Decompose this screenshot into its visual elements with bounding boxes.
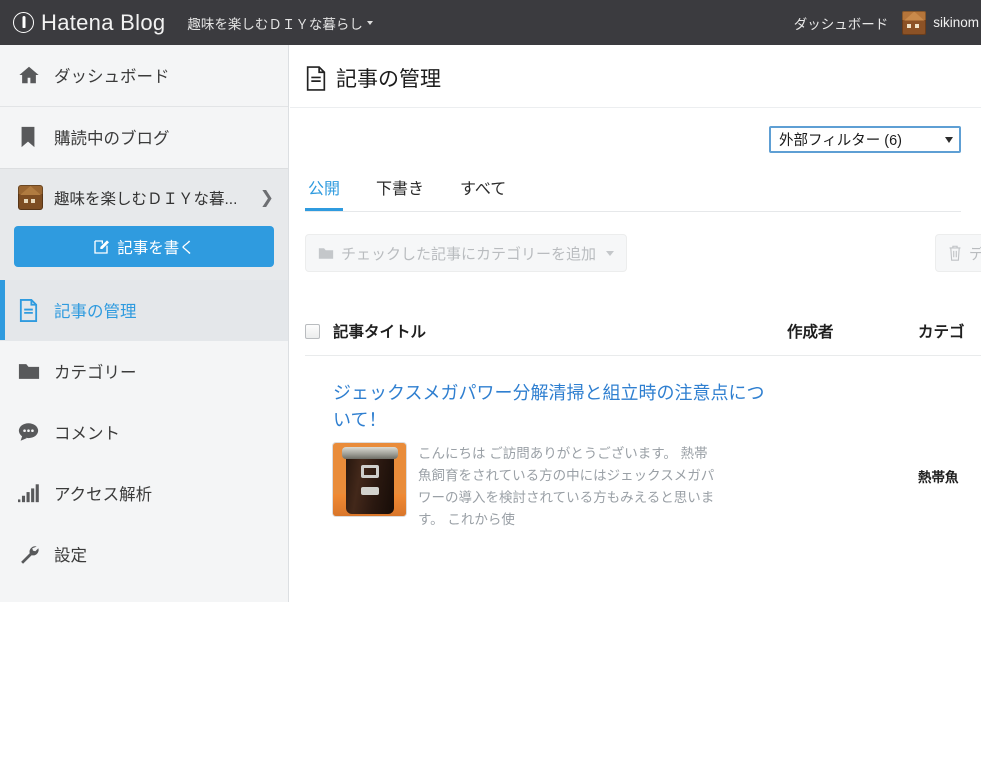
page-title: 記事の管理 [336,68,441,91]
caret-down-icon [366,20,373,25]
bulk-add-category-label: チェックした記事にカテゴリーを追加 [341,245,597,263]
header-user-name: sikinom [933,15,979,30]
document-icon [18,298,50,322]
hatena-blog-logo[interactable]: Hatena Blog [13,10,165,36]
comment-icon [18,422,50,442]
folder-icon [318,247,334,260]
entry-thumbnail[interactable] [333,443,406,516]
sidebar-item-categories[interactable]: カテゴリー [0,341,288,402]
tab-label: すべて [460,181,507,198]
folder-icon [18,362,50,381]
bulk-action-toolbar: チェックした記事にカテゴリーを追加 デ [305,234,981,272]
entry-table-header: 記事タイトル 作成者 カテゴ [305,320,981,356]
bulk-add-category-button[interactable]: チェックした記事にカテゴリーを追加 [305,234,628,272]
sidebar: ダッシュボード 購読中のブログ 趣味を楽しむＤＩＹな暮... ❯ 記事を書く 記… [0,45,289,602]
entry-main: ジェックスメガパワー分解清掃と組立時の注意点について！ こんにちは ご訪問ありが… [333,380,773,530]
table-row: ジェックスメガパワー分解清掃と組立時の注意点について！ こんにちは ご訪問ありが… [305,356,981,530]
external-filter-value: 外部フィルター (6) [779,133,902,149]
bar-chart-icon [18,483,50,503]
tab-published[interactable]: 公開 [305,169,344,211]
sidebar-item-analytics[interactable]: アクセス解析 [0,463,288,524]
external-filter-select[interactable]: 外部フィルター (6) [769,126,961,153]
sidebar-item-subscriptions[interactable]: 購読中のブログ [0,107,288,168]
global-header: Hatena Blog 趣味を楽しむＤＩＹな暮らし ダッシュボード sikino… [0,0,981,45]
column-header-title: 記事タイトル [333,324,427,341]
sidebar-item-dashboard[interactable]: ダッシュボード [0,45,288,106]
browser-viewport: Hatena Blog 趣味を楽しむＤＩＹな暮らし ダッシュボード sikino… [0,0,981,602]
column-header-category: カテゴ [918,324,965,341]
header-user-menu[interactable]: sikinom [902,10,981,35]
entry-body: こんにちは ご訪問ありがとうございます。 熱帯魚飼育をされている方の中にはジェッ… [333,443,773,530]
home-icon [18,64,50,86]
house-avatar-icon [902,10,927,35]
write-entry-button[interactable]: 記事を書く [14,226,274,267]
header-blog-name: 趣味を楽しむＤＩＹな暮らし [187,16,363,32]
caret-down-icon [606,250,615,256]
thumbnail-clip-lower [361,487,379,495]
sidebar-item-settings[interactable]: 設定 [0,524,288,585]
select-all-checkbox[interactable] [305,323,320,339]
document-icon [305,65,327,91]
sidebar-blog-name: 趣味を楽しむＤＩＹな暮... [54,190,238,208]
entry-title-link[interactable]: ジェックスメガパワー分解清掃と組立時の注意点について！ [333,380,773,434]
tab-draft[interactable]: 下書き [373,169,427,211]
bulk-delete-label: デ [969,245,981,263]
thumbnail-lid [342,447,398,459]
sidebar-item-comments[interactable]: コメント [0,402,288,463]
entry-category-label: 熱帯魚 [918,470,959,485]
main-content: 記事の管理 外部フィルター (6) 公開 下書き すべて チェックした記事にカテ… [290,45,981,602]
entry-status-tabs: 公開 下書き すべて [305,169,961,212]
sidebar-item-label: 記事の管理 [54,303,137,321]
chevron-right-icon: ❯ [259,188,274,207]
hatena-pen-icon [13,12,34,33]
bulk-delete-button[interactable]: デ [935,234,981,272]
header-blog-switcher[interactable]: 趣味を楽しむＤＩＹな暮らし [187,13,373,33]
column-header-author: 作成者 [787,324,834,341]
sidebar-item-entries[interactable]: 記事の管理 [0,280,288,341]
house-avatar-icon [18,185,43,210]
bookmark-icon [18,126,50,148]
thumbnail-canister [346,451,394,514]
header-right-group: ダッシュボード sikinom [794,10,981,35]
sidebar-item-label: ダッシュボード [54,68,170,86]
sidebar-item-label: 設定 [54,547,87,565]
tab-all[interactable]: すべて [457,169,509,211]
entry-table: 記事タイトル 作成者 カテゴ ジェックスメガパワー分解清掃と組立時の注意点につい… [290,320,981,530]
sidebar-blog-switcher[interactable]: 趣味を楽しむＤＩＹな暮... ❯ [0,168,288,226]
page-title-row: 記事の管理 [290,45,981,108]
wrench-icon [18,543,50,565]
sidebar-item-label: カテゴリー [54,364,137,382]
caret-down-icon [945,136,953,143]
header-dashboard-link[interactable]: ダッシュボード [794,13,889,33]
sidebar-item-label: アクセス解析 [54,486,153,504]
entry-excerpt: こんにちは ご訪問ありがとうございます。 熱帯魚飼育をされている方の中にはジェッ… [418,446,715,527]
hatena-blog-logo-text: Hatena Blog [41,9,166,35]
trash-icon [948,245,962,261]
write-entry-button-label: 記事を書く [117,239,195,257]
thumbnail-clip-upper [361,465,379,478]
tab-label: 下書き [376,181,425,198]
sidebar-item-label: 購読中のブログ [54,130,170,148]
filter-row: 外部フィルター (6) [290,108,981,153]
write-entry-button-wrap: 記事を書く [0,226,288,280]
pencil-square-icon [93,239,110,255]
tab-label: 公開 [308,181,341,198]
sidebar-item-label: コメント [54,425,120,443]
